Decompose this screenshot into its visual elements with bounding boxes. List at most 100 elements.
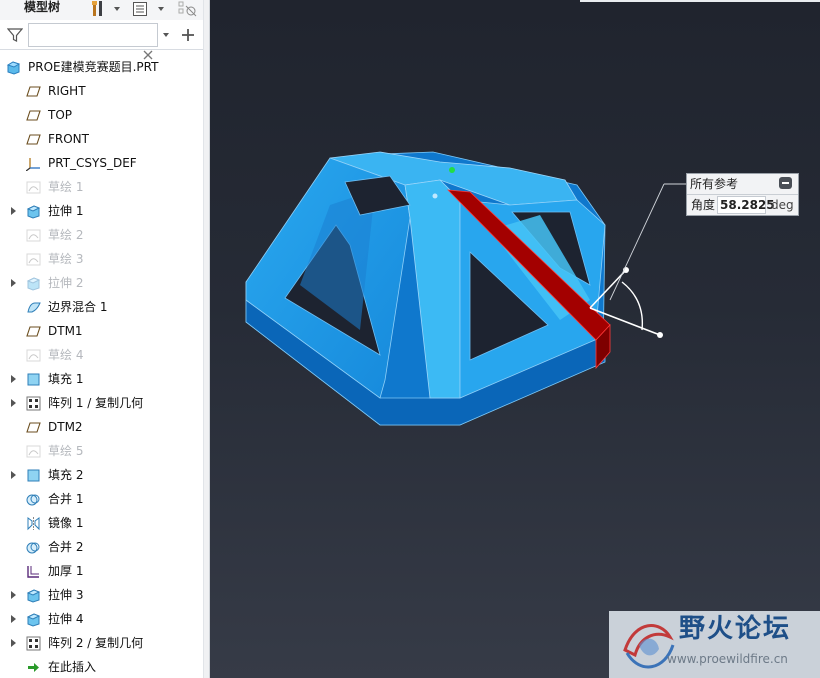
extrude-icon — [26, 588, 41, 603]
tree-item-label: DTM1 — [48, 324, 83, 338]
extrude-icon — [26, 612, 41, 627]
tree-item-label: 合并 2 — [48, 540, 84, 554]
tree-item-label: 边界混合 1 — [48, 300, 108, 314]
plus-icon[interactable] — [182, 29, 194, 41]
tree-item[interactable]: TOP — [0, 103, 203, 127]
tree-item[interactable]: 阵列 1 / 复制几何 — [0, 391, 203, 415]
expand-arrow-icon[interactable] — [11, 591, 16, 599]
tree-item-label: FRONT — [48, 132, 89, 146]
tree-item[interactable]: 阵列 2 / 复制几何 — [0, 631, 203, 655]
pattern-icon — [26, 396, 41, 411]
minimize-icon[interactable] — [779, 177, 792, 189]
tree-item[interactable]: 拉伸 1 — [0, 199, 203, 223]
tree-item[interactable]: 草绘 3 — [0, 247, 203, 271]
sketch-icon — [26, 180, 41, 195]
tree-item-label: 草绘 3 — [48, 252, 84, 266]
sketch-icon — [26, 228, 41, 243]
tree-item[interactable]: 草绘 5 — [0, 439, 203, 463]
wildfire-logo-icon — [623, 624, 675, 669]
tree-item-label: 拉伸 1 — [48, 204, 84, 218]
fill-icon — [26, 372, 41, 387]
tree-item[interactable]: RIGHT — [0, 79, 203, 103]
tree-item[interactable]: 加厚 1 — [0, 559, 203, 583]
watermark-title: 野火论坛 — [679, 614, 792, 644]
expand-arrow-icon[interactable] — [11, 471, 16, 479]
sketch-icon — [26, 252, 41, 267]
model-tree-panel: 模型树 PROE建模竞赛题目.PRT RIGHT TOP FRONT PRT_C… — [0, 0, 203, 678]
tree-item[interactable]: 在此插入 — [0, 655, 203, 678]
reference-point — [432, 193, 438, 199]
datum-plane-icon — [26, 132, 41, 147]
model-tree-title: 模型树 — [24, 0, 61, 14]
tree-item[interactable]: PROE建模竞赛题目.PRT — [0, 55, 203, 79]
panel-splitter[interactable] — [203, 0, 210, 678]
pattern-icon — [26, 636, 41, 651]
expand-arrow-icon[interactable] — [11, 207, 16, 215]
angle-value-input[interactable]: 58.2825 — [717, 196, 775, 214]
extrude-icon — [26, 276, 41, 291]
filter-funnel-icon[interactable] — [7, 27, 23, 43]
tree-item-label: 拉伸 4 — [48, 612, 84, 626]
leader-line — [609, 183, 665, 301]
tree-search-input[interactable] — [28, 23, 158, 47]
chevron-down-icon[interactable] — [163, 33, 169, 37]
tree-item-label: 草绘 4 — [48, 348, 84, 362]
forum-watermark: 野火论坛 www.proewildfire.cn — [609, 611, 820, 678]
boundary-blend-icon — [26, 300, 41, 315]
graphics-viewport[interactable] — [210, 0, 820, 678]
tree-item-label: 填充 2 — [48, 468, 84, 482]
tree-item-label: DTM2 — [48, 420, 83, 434]
fill-icon — [26, 468, 41, 483]
list-icon — [133, 2, 147, 16]
expand-arrow-icon[interactable] — [11, 279, 16, 287]
tree-item-label: 草绘 1 — [48, 180, 84, 194]
tree-item[interactable]: 拉伸 2 — [0, 271, 203, 295]
tree-item[interactable]: 拉伸 3 — [0, 583, 203, 607]
expand-arrow-icon[interactable] — [11, 615, 16, 623]
merge-icon — [26, 492, 41, 507]
tree-item-label: 在此插入 — [48, 660, 97, 674]
tree-item[interactable]: 边界混合 1 — [0, 295, 203, 319]
angle-handle-2 — [657, 332, 663, 338]
part-icon — [6, 60, 21, 75]
tree-item[interactable]: PRT_CSYS_DEF — [0, 151, 203, 175]
chevron-down-icon — [158, 7, 164, 11]
settings-button[interactable] — [90, 0, 120, 18]
reference-title: 所有参考 — [690, 177, 739, 191]
tree-item[interactable]: 合并 1 — [0, 487, 203, 511]
datum-plane-icon — [26, 84, 41, 99]
tree-item[interactable]: 草绘 2 — [0, 223, 203, 247]
expand-arrow-icon[interactable] — [11, 399, 16, 407]
tree-item[interactable]: 草绘 1 — [0, 175, 203, 199]
thicken-icon — [26, 564, 41, 579]
tree-item[interactable]: 合并 2 — [0, 535, 203, 559]
tree-item[interactable]: DTM2 — [0, 415, 203, 439]
tree-item[interactable]: FRONT — [0, 127, 203, 151]
insert-here-arrow-icon — [26, 660, 41, 675]
tree-item-label: 拉伸 3 — [48, 588, 84, 602]
tree-item[interactable]: 镜像 1 — [0, 511, 203, 535]
show-button[interactable] — [132, 0, 164, 18]
sketch-icon — [26, 348, 41, 363]
dimension-edit-box[interactable]: 所有参考 角度 58.2825 deg — [686, 173, 799, 216]
tree-item-label: PROE建模竞赛题目.PRT — [28, 60, 159, 74]
datum-plane-icon — [26, 420, 41, 435]
tree-item[interactable]: 填充 1 — [0, 367, 203, 391]
tree-item-label: RIGHT — [48, 84, 86, 98]
expand-arrow-icon[interactable] — [11, 639, 16, 647]
sketch-icon — [26, 444, 41, 459]
origin-marker — [449, 167, 455, 173]
tree-item-label: PRT_CSYS_DEF — [48, 156, 137, 170]
tree-filter-bar — [0, 20, 203, 60]
tree-item[interactable]: 填充 2 — [0, 463, 203, 487]
tree-item-label: 拉伸 2 — [48, 276, 84, 290]
top-toolbar-edge — [580, 0, 820, 2]
tree-item[interactable]: 草绘 4 — [0, 343, 203, 367]
tree-filter-toggle[interactable] — [178, 0, 198, 18]
mirror-icon — [26, 516, 41, 531]
tree-item[interactable]: 拉伸 4 — [0, 607, 203, 631]
tree-item-label: 草绘 2 — [48, 228, 84, 242]
expand-arrow-icon[interactable] — [11, 375, 16, 383]
model-3d-view[interactable] — [210, 0, 820, 678]
tree-item[interactable]: DTM1 — [0, 319, 203, 343]
